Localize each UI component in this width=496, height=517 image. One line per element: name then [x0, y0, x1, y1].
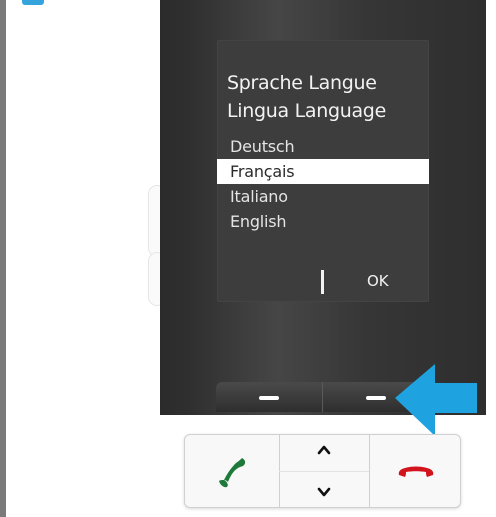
- left-edge-bar: [0, 0, 6, 517]
- softkey-separator: [321, 270, 324, 294]
- corner-accent: [22, 0, 44, 5]
- call-button[interactable]: [185, 435, 280, 507]
- left-softkey-button[interactable]: [216, 382, 323, 412]
- end-call-button[interactable]: [370, 435, 460, 507]
- right-softkey-dash-icon: [366, 396, 386, 400]
- phone-handset-green-icon: [219, 458, 246, 488]
- navigation-rocker: [279, 435, 370, 507]
- screen-title-line1: Sprache Langue: [227, 72, 377, 94]
- screen-title-line2: Lingua Language: [227, 100, 386, 122]
- chevron-up-icon: [317, 445, 331, 455]
- language-option-francais[interactable]: Français: [217, 159, 429, 184]
- phone-display: Sprache Langue Lingua Language Deutsch F…: [217, 40, 429, 302]
- softkey-ok-label: OK: [367, 272, 389, 290]
- language-option-deutsch[interactable]: Deutsch: [217, 134, 429, 159]
- nav-up-button[interactable]: [279, 435, 369, 472]
- language-option-italiano[interactable]: Italiano: [217, 184, 429, 209]
- left-softkey-dash-icon: [259, 396, 279, 400]
- phone-handset-red-icon: [398, 466, 434, 477]
- navigation-keypad: [184, 434, 461, 508]
- chevron-down-icon: [317, 487, 331, 497]
- language-option-english[interactable]: English: [217, 209, 429, 234]
- pointer-arrow-icon: [395, 364, 477, 436]
- nav-down-button[interactable]: [279, 471, 369, 507]
